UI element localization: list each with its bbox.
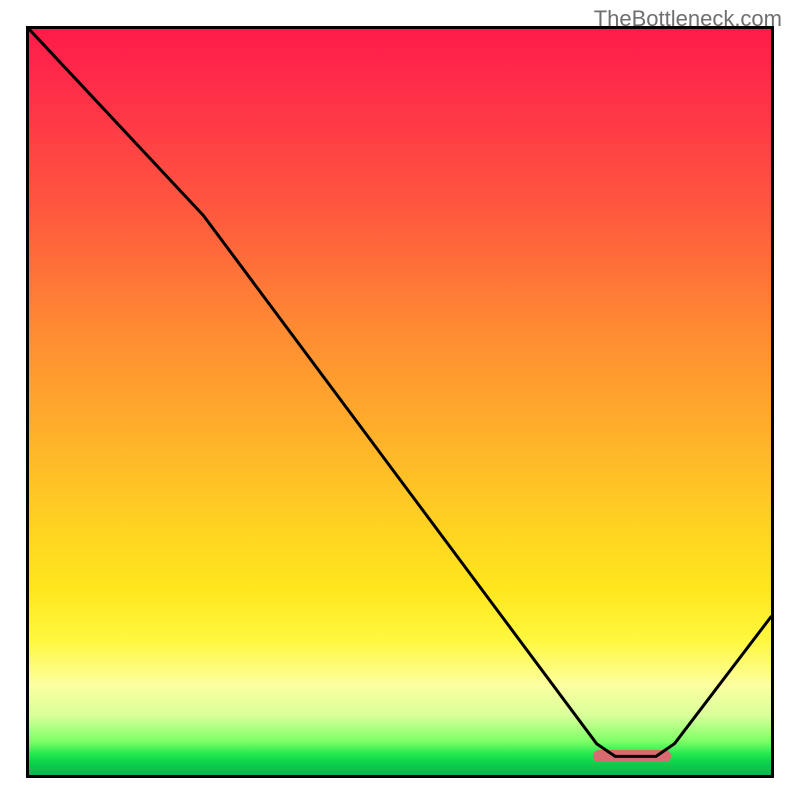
chart-container: TheBottleneck.com bbox=[0, 0, 800, 800]
curve-layer bbox=[29, 29, 771, 775]
watermark-text: TheBottleneck.com bbox=[594, 6, 782, 32]
bottleneck-curve bbox=[29, 29, 771, 756]
plot-area bbox=[26, 26, 774, 778]
